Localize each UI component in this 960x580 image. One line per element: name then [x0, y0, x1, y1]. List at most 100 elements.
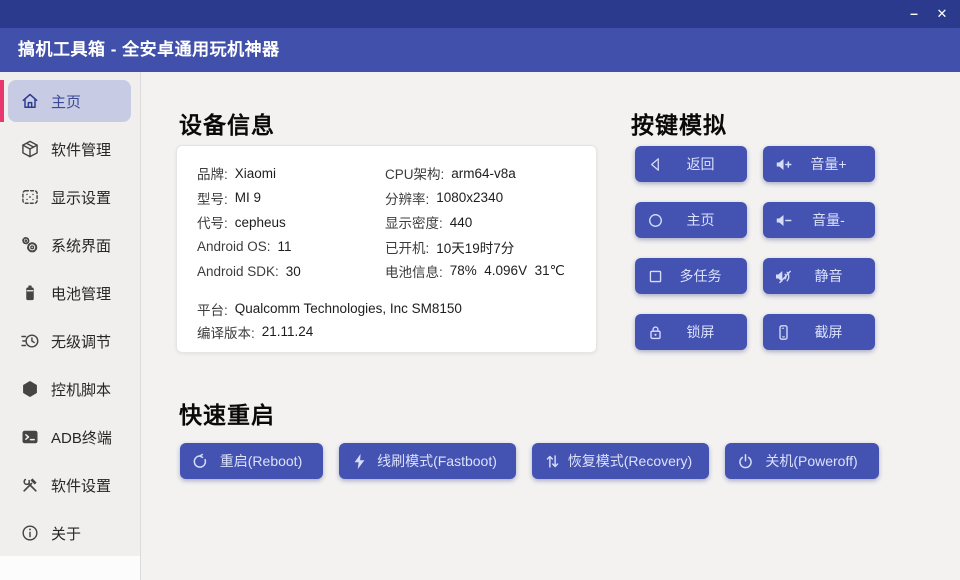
hexagon-icon	[20, 379, 40, 399]
key-simulation-grid: 返回 音量+ 主页	[635, 146, 875, 350]
device-field-density: 显示密度: 440	[385, 210, 576, 235]
button-label: 多任务	[665, 266, 736, 286]
tuning-clock-icon	[20, 331, 40, 351]
info-icon	[20, 523, 40, 543]
sidebar-item-label: 电池管理	[51, 283, 111, 304]
reboot-arrow-icon	[191, 452, 210, 471]
reboot-button[interactable]: 重启(Reboot)	[180, 443, 323, 479]
lightning-icon	[350, 452, 369, 471]
field-label: 编译版本:	[197, 322, 255, 342]
device-field-brand: 品牌: Xiaomi	[197, 161, 385, 186]
sidebar-item-display-settings[interactable]: 显示设置	[8, 176, 131, 218]
field-value: 30	[286, 264, 301, 279]
field-label: Android SDK:	[197, 264, 279, 279]
mute-button[interactable]: 静音	[763, 258, 875, 294]
sidebar-item-label: 关于	[51, 523, 81, 544]
home-circle-icon	[646, 211, 665, 230]
poweroff-button[interactable]: 关机(Poweroff)	[725, 443, 879, 479]
multitask-button[interactable]: 多任务	[635, 258, 747, 294]
mute-speaker-icon	[774, 267, 793, 286]
device-field-platform: 平台: Qualcomm Technologies, Inc SM8150	[197, 298, 576, 320]
button-label: 音量+	[793, 154, 864, 174]
fastboot-button[interactable]: 线刷模式(Fastboot)	[339, 443, 516, 479]
field-label: 显示密度:	[385, 212, 443, 232]
window-titlebar: – ✕	[0, 0, 960, 28]
field-value: 21.11.24	[262, 324, 314, 339]
device-field-uptime: 已开机: 10天19时7分	[385, 235, 576, 260]
field-label: 已开机:	[385, 237, 429, 257]
volume-up-icon	[774, 155, 793, 174]
sidebar-item-label: 无级调节	[51, 331, 111, 352]
sidebar-item-home[interactable]: 主页	[8, 80, 131, 122]
terminal-icon	[20, 427, 40, 447]
screenshot-button[interactable]: 截屏	[763, 314, 875, 350]
screenshot-phone-icon	[774, 323, 793, 342]
volume-down-icon	[774, 211, 793, 230]
button-label: 音量-	[793, 210, 864, 230]
sidebar: 主页 软件管理 显示设置	[0, 72, 141, 580]
device-info-left-column: 品牌: Xiaomi 型号: MI 9 代号: cepheus Android …	[197, 161, 385, 284]
field-label: 分辨率:	[385, 188, 429, 208]
device-field-cpu-arch: CPU架构: arm64-v8a	[385, 161, 576, 186]
recovery-button[interactable]: 恢复模式(Recovery)	[532, 443, 709, 479]
button-label: 线刷模式(Fastboot)	[369, 451, 505, 471]
field-label: 平台:	[197, 299, 228, 319]
device-field-model: 型号: MI 9	[197, 186, 385, 211]
quick-reboot-row: 重启(Reboot) 线刷模式(Fastboot) 恢复模式(Reco	[180, 443, 879, 479]
sidebar-item-label: 控机脚本	[51, 379, 111, 400]
power-icon	[736, 452, 755, 471]
device-info-heading: 设备信息	[179, 106, 275, 140]
key-simulation-heading: 按键模拟	[631, 106, 727, 140]
sidebar-item-control-script[interactable]: 控机脚本	[8, 368, 131, 410]
sidebar-item-label: 软件设置	[51, 475, 111, 496]
up-down-arrows-icon	[543, 452, 562, 471]
sidebar-item-app-settings[interactable]: 软件设置	[8, 464, 131, 506]
device-info-card: 品牌: Xiaomi 型号: MI 9 代号: cepheus Android …	[176, 145, 597, 353]
sidebar-item-label: ADB终端	[51, 427, 112, 448]
field-value: 440	[450, 215, 473, 230]
sidebar-item-about[interactable]: 关于	[8, 512, 131, 554]
quick-reboot-heading: 快速重启	[179, 396, 275, 430]
active-item-accent	[0, 80, 4, 122]
field-value: 11	[278, 239, 292, 254]
sidebar-item-system-ui[interactable]: 系统界面	[8, 224, 131, 266]
button-label: 截屏	[793, 322, 864, 342]
field-value: 1080x2340	[436, 190, 503, 205]
home-icon	[20, 91, 40, 111]
battery-icon	[20, 283, 40, 303]
field-value: 10天19时7分	[436, 237, 514, 257]
close-button[interactable]: ✕	[930, 0, 954, 28]
field-label: 电池信息:	[385, 261, 443, 281]
device-field-codename: 代号: cepheus	[197, 210, 385, 235]
sidebar-item-stepless-tuning[interactable]: 无级调节	[8, 320, 131, 362]
lock-screen-button[interactable]: 锁屏	[635, 314, 747, 350]
sidebar-item-battery[interactable]: 电池管理	[8, 272, 131, 314]
back-button[interactable]: 返回	[635, 146, 747, 182]
home-key-button[interactable]: 主页	[635, 202, 747, 238]
display-icon	[20, 187, 40, 207]
sidebar-item-label: 主页	[51, 91, 81, 112]
minimize-button[interactable]: –	[902, 0, 926, 28]
button-label: 锁屏	[665, 322, 736, 342]
button-label: 恢复模式(Recovery)	[562, 451, 698, 471]
field-value: Qualcomm Technologies, Inc SM8150	[235, 301, 462, 316]
volume-down-button[interactable]: 音量-	[763, 202, 875, 238]
device-field-build-version: 编译版本: 21.11.24	[197, 320, 576, 345]
multitask-square-icon	[646, 267, 665, 286]
field-label: CPU架构:	[385, 163, 444, 183]
field-label: 代号:	[197, 212, 228, 232]
button-label: 返回	[665, 154, 736, 174]
app-header: 搞机工具箱 - 全安卓通用玩机神器	[0, 28, 960, 72]
sidebar-item-adb-terminal[interactable]: ADB终端	[8, 416, 131, 458]
volume-up-button[interactable]: 音量+	[763, 146, 875, 182]
back-triangle-icon	[646, 155, 665, 174]
field-value: cepheus	[235, 215, 286, 230]
device-field-android-sdk: Android SDK: 30	[197, 259, 385, 284]
sidebar-item-label: 软件管理	[51, 139, 111, 160]
device-field-resolution: 分辨率: 1080x2340	[385, 186, 576, 211]
sidebar-item-label: 系统界面	[51, 235, 111, 256]
sidebar-item-app-manage[interactable]: 软件管理	[8, 128, 131, 170]
field-label: Android OS:	[197, 239, 271, 254]
field-value: Xiaomi	[235, 166, 276, 181]
sidebar-footer	[0, 556, 140, 580]
